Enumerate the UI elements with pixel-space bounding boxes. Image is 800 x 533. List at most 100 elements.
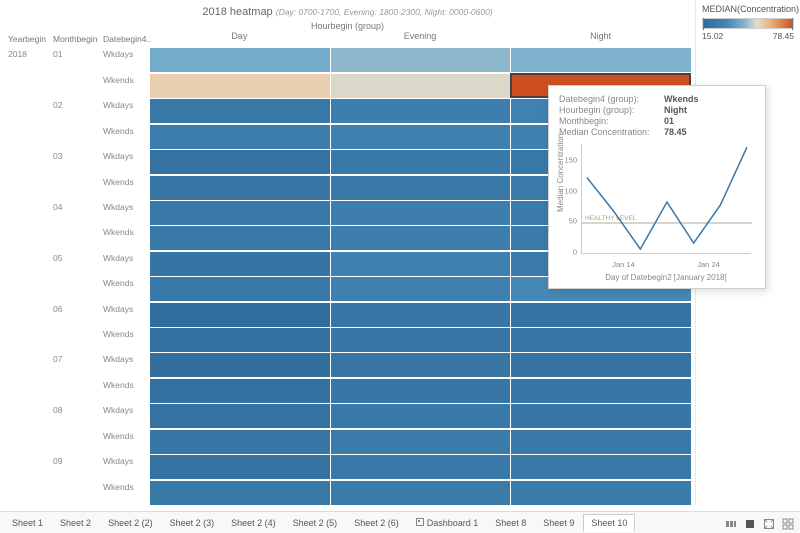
heatmap-cell[interactable] xyxy=(330,47,511,72)
presentation-mode-icon[interactable] xyxy=(762,517,775,530)
month-label: 02 xyxy=(49,98,99,123)
heatmap-cell[interactable] xyxy=(510,47,691,72)
heatmap-cell[interactable] xyxy=(330,175,511,200)
heatmap-cell[interactable] xyxy=(330,73,511,98)
heatmap-cell[interactable] xyxy=(510,454,691,479)
show-sheet-icon[interactable] xyxy=(743,517,756,530)
dategroup-label: Wkdays xyxy=(99,302,149,327)
heatmap-cell[interactable] xyxy=(149,276,330,301)
heatmap-row xyxy=(149,352,691,377)
dategroup-label: Wkends xyxy=(99,378,149,403)
heatmap-cell[interactable] xyxy=(510,352,691,377)
heatmap-cell[interactable] xyxy=(330,124,511,149)
dategroup-label: Wkdays xyxy=(99,403,149,428)
dategroup-label: Wkends xyxy=(99,124,149,149)
heatmap-cell[interactable] xyxy=(510,302,691,327)
heatmap-cell[interactable] xyxy=(510,429,691,454)
dategroup-label: Wkdays xyxy=(99,98,149,123)
heatmap-cell[interactable] xyxy=(330,276,511,301)
heatmap-cell[interactable] xyxy=(149,251,330,276)
heatmap-cell[interactable] xyxy=(330,352,511,377)
heatmap-cell[interactable] xyxy=(330,98,511,123)
legend-labels: 15.0278.45 xyxy=(702,31,794,41)
heatmap-cell[interactable] xyxy=(149,327,330,352)
month-label xyxy=(49,73,99,98)
heatmap-cell[interactable] xyxy=(510,403,691,428)
sheet-tab[interactable]: Sheet 8 xyxy=(487,514,534,532)
dategroup-label: Wkends xyxy=(99,225,149,250)
dategroup-label: Wkends xyxy=(99,327,149,352)
month-label: 09 xyxy=(49,454,99,479)
heatmap-cell[interactable] xyxy=(510,327,691,352)
sheet-tab[interactable]: Sheet 2 (4) xyxy=(223,514,284,532)
year-label xyxy=(4,124,49,149)
year-label xyxy=(4,225,49,250)
column-group-header: Hourbegin (group) xyxy=(4,19,691,31)
year-label xyxy=(4,276,49,301)
heatmap-cell[interactable] xyxy=(149,73,330,98)
sheet-tab[interactable]: Sheet 1 xyxy=(4,514,51,532)
heatmap-row xyxy=(149,480,691,505)
heatmap-cell[interactable] xyxy=(149,403,330,428)
sheet-tabs: Sheet 1Sheet 2Sheet 2 (2)Sheet 2 (3)Shee… xyxy=(0,511,800,533)
heatmap-row xyxy=(149,47,691,72)
heatmap-cell[interactable] xyxy=(330,225,511,250)
heatmap-row xyxy=(149,403,691,428)
heatmap-cell[interactable] xyxy=(149,429,330,454)
heatmap-cell[interactable] xyxy=(149,175,330,200)
heatmap-cell[interactable] xyxy=(510,378,691,403)
heatmap-cell[interactable] xyxy=(330,378,511,403)
heatmap-cell[interactable] xyxy=(330,327,511,352)
dategroup-label: Wkends xyxy=(99,73,149,98)
heatmap-cell[interactable] xyxy=(330,251,511,276)
heatmap-row xyxy=(149,454,691,479)
sheet-tab[interactable]: Sheet 10 xyxy=(583,514,635,532)
date-header: Datebegin4.. xyxy=(99,31,149,47)
year-label xyxy=(4,454,49,479)
sheet-tab[interactable]: Sheet 2 (5) xyxy=(285,514,346,532)
heatmap-cell[interactable] xyxy=(330,429,511,454)
heatmap-cell[interactable] xyxy=(149,352,330,377)
heatmap-cell[interactable] xyxy=(330,302,511,327)
heatmap-cell[interactable] xyxy=(149,454,330,479)
dategroup-label: Wkdays xyxy=(99,251,149,276)
heatmap-cell[interactable] xyxy=(330,480,511,505)
dategroup-label: Wkdays xyxy=(99,149,149,174)
year-label xyxy=(4,200,49,225)
year-label xyxy=(4,480,49,505)
year-label xyxy=(4,302,49,327)
heatmap-cell[interactable] xyxy=(330,454,511,479)
month-header: Monthbegin xyxy=(49,31,99,47)
heatmap-cell[interactable] xyxy=(149,124,330,149)
heatmap-cell[interactable] xyxy=(149,149,330,174)
month-label xyxy=(49,327,99,352)
legend-gradient[interactable] xyxy=(702,18,794,29)
heatmap-cell[interactable] xyxy=(510,480,691,505)
sheet-tab[interactable]: Sheet 2 (3) xyxy=(162,514,223,532)
heatmap-cell[interactable] xyxy=(149,378,330,403)
sheet-tab[interactable]: Sheet 2 (2) xyxy=(100,514,161,532)
sheet-tab[interactable]: Sheet 9 xyxy=(535,514,582,532)
dategroup-label: Wkends xyxy=(99,480,149,505)
heatmap-cell[interactable] xyxy=(149,47,330,72)
dategroup-label: Wkdays xyxy=(99,47,149,72)
year-header: Yearbegin xyxy=(4,31,49,47)
heatmap-cell[interactable] xyxy=(149,302,330,327)
year-label: 2018 xyxy=(4,47,49,72)
month-label: 08 xyxy=(49,403,99,428)
heatmap-cell[interactable] xyxy=(149,480,330,505)
heatmap-cell[interactable] xyxy=(149,98,330,123)
sheet-tab[interactable]: Dashboard 1 xyxy=(408,514,487,532)
heatmap-cell[interactable] xyxy=(149,200,330,225)
heatmap-cell[interactable] xyxy=(149,225,330,250)
fit-icon[interactable] xyxy=(781,517,794,530)
month-label: 03 xyxy=(49,149,99,174)
heatmap-cell[interactable] xyxy=(330,200,511,225)
heatmap-cell[interactable] xyxy=(330,149,511,174)
sheet-tab[interactable]: Sheet 2 xyxy=(52,514,99,532)
show-filmstrip-icon[interactable] xyxy=(724,517,737,530)
sheet-tab[interactable]: Sheet 2 (6) xyxy=(346,514,407,532)
heatmap-cell[interactable] xyxy=(330,403,511,428)
month-label xyxy=(49,378,99,403)
month-label: 04 xyxy=(49,200,99,225)
